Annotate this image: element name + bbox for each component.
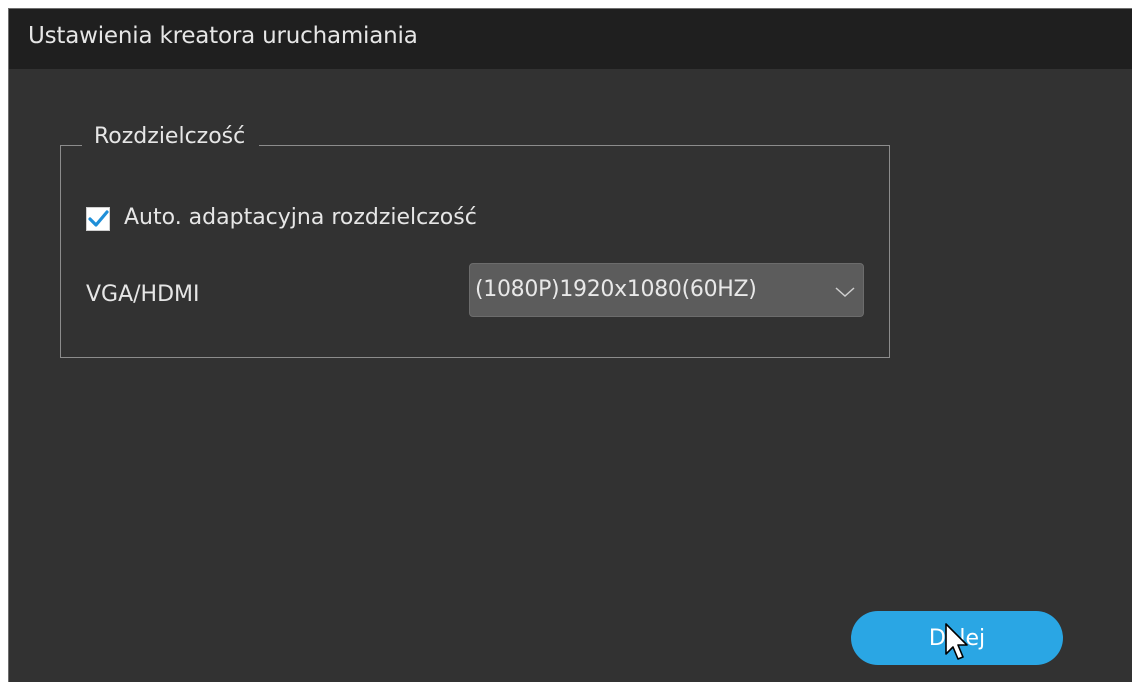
window-title: Ustawienia kreatora uruchamiania — [28, 23, 418, 49]
resolution-group-legend: Rozdzielczość — [82, 124, 260, 149]
title-bar: Ustawienia kreatora uruchamiania — [9, 9, 1132, 69]
vga-hdmi-label: VGA/HDMI — [86, 282, 200, 307]
next-button[interactable]: Dalej — [851, 611, 1063, 665]
resolution-select-value: (1080P)1920x1080(60HZ) — [475, 277, 757, 302]
auto-adapt-checkbox[interactable] — [86, 207, 110, 231]
startup-wizard-window: Ustawienia kreatora uruchamiania Rozdzie… — [8, 8, 1132, 682]
chevron-down-icon — [833, 284, 857, 300]
resolution-group: Rozdzielczość Auto. adaptacyjna rozdziel… — [60, 124, 890, 358]
auto-adapt-label[interactable]: Auto. adaptacyjna rozdzielczość — [124, 205, 477, 230]
check-icon — [88, 210, 109, 227]
resolution-select[interactable]: (1080P)1920x1080(60HZ) — [469, 263, 864, 317]
